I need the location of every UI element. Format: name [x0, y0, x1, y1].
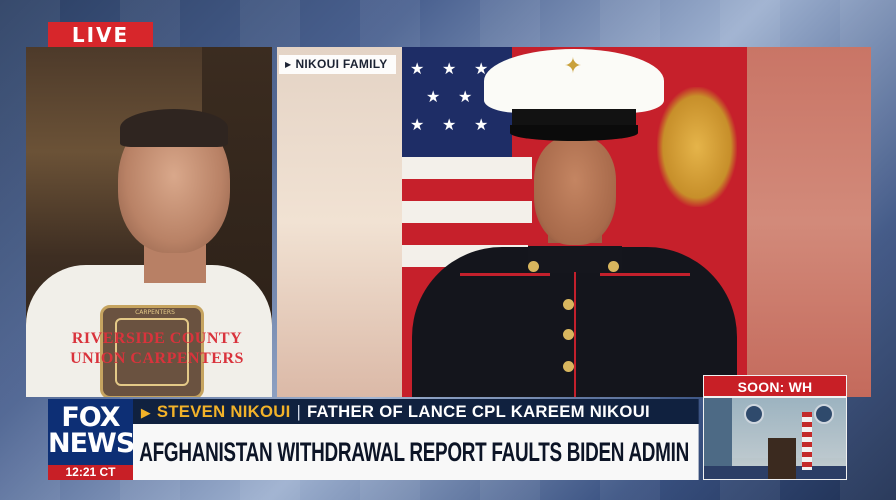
star-icon: ★	[410, 59, 425, 78]
star-icon: ★	[442, 115, 457, 134]
guest-name: STEVEN NIKOUI	[156, 402, 291, 421]
collar-button	[608, 261, 619, 272]
uniform-piping	[574, 272, 576, 397]
cap-visor	[510, 125, 638, 141]
star-icon: ★	[458, 87, 473, 106]
guest-name-bar: ▶ STEVEN NIKOUI | FATHER OF LANCE CPL KAREE…	[133, 399, 699, 424]
play-triangle-icon: ▶	[285, 60, 292, 69]
white-house-seal-icon	[744, 404, 764, 424]
uniform-button	[563, 361, 574, 372]
flag-stripe	[402, 157, 532, 179]
left-epaulet	[460, 273, 550, 291]
marine-portrait: ★ ★ ★ ★ ★ ★ ★ ★ ✦	[402, 47, 747, 397]
guest-hair	[120, 109, 228, 147]
broadcast-clock: 12:21 CT	[48, 465, 133, 480]
star-icon: ★	[410, 115, 425, 134]
white-house-seal-icon	[814, 404, 834, 424]
shirt-text-line2: UNION CARPENTERS	[70, 350, 244, 367]
uniform-button	[563, 299, 574, 310]
photo-source-label: NIKOUI FAMILY	[295, 57, 388, 71]
marine-corps-emblem-icon	[657, 87, 737, 207]
fox-logo-line2: NEWS	[48, 428, 135, 459]
caret-right-icon: ▶	[140, 406, 151, 421]
star-icon: ★	[474, 115, 489, 134]
marine-face	[534, 137, 616, 245]
photo-blur-left	[277, 47, 402, 397]
star-icon: ★	[442, 59, 457, 78]
guest-video-panel: CARPENTERS RIVERSIDE COUNTY UNION CARPEN…	[26, 47, 272, 397]
uniform-button	[563, 329, 574, 340]
guest-title: FATHER OF LANCE CPL KAREEM NIKOUI	[306, 402, 650, 421]
live-badge: LIVE	[48, 22, 153, 48]
star-icon: ★	[426, 87, 441, 106]
us-flag-icon	[802, 412, 812, 470]
collar-button	[528, 261, 539, 272]
headline-bar: AFGHANISTAN WITHDRAWAL REPORT FAULTS BID…	[133, 424, 699, 480]
name-title-divider: |	[296, 402, 302, 421]
photo-source-tag: ▶ NIKOUI FAMILY	[279, 55, 396, 74]
podium	[768, 438, 796, 479]
fox-news-logo: FOX NEWS	[48, 399, 135, 465]
up-next-label: SOON: WH BRIEFING	[703, 375, 847, 417]
photo-panel: ★ ★ ★ ★ ★ ★ ★ ★ ✦	[277, 47, 871, 397]
flag-stripe	[402, 201, 532, 223]
up-next-preview	[703, 397, 847, 480]
cap-emblem-icon: ✦	[563, 54, 583, 79]
shirt-text-line1: RIVERSIDE COUNTY	[71, 330, 243, 347]
right-epaulet	[600, 273, 690, 291]
photo-blur-right	[746, 47, 871, 397]
union-logo-arc-text: CARPENTERS	[135, 309, 175, 316]
